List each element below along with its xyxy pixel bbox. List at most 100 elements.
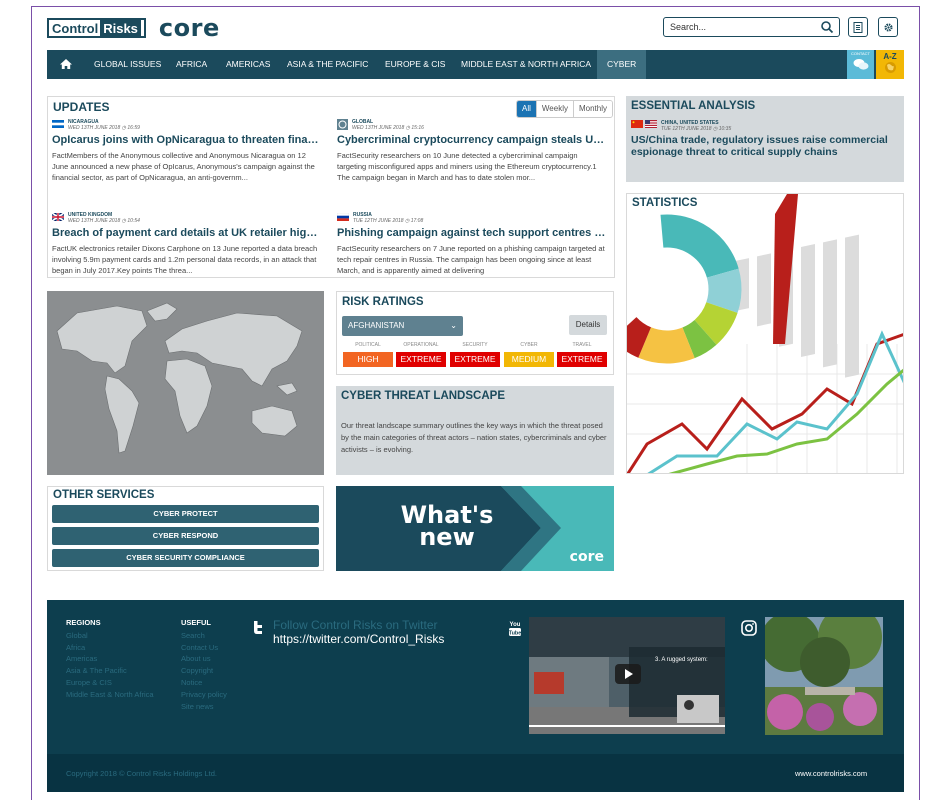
cyber-security-compliance-button[interactable]: CYBER SECURITY COMPLIANCE <box>52 549 319 567</box>
core-logo: core <box>158 14 220 42</box>
rating-political: POLITICAL HIGH <box>343 342 393 367</box>
logo-risks-text: Risks <box>100 20 141 36</box>
twitter-icon[interactable] <box>252 620 264 636</box>
story-headline[interactable]: Breach of payment card details at UK ret… <box>52 227 322 239</box>
global-icon <box>337 119 348 130</box>
search-icon[interactable] <box>820 20 834 34</box>
rating-value: EXTREME <box>396 352 446 367</box>
rating-category: POLITICAL <box>355 342 381 348</box>
twitter-follow-text: Follow Control Risks on Twitter <box>273 618 438 632</box>
essential-headline[interactable]: US/China trade, regulatory issues raise … <box>631 134 896 158</box>
story-card[interactable]: GLOBAL WED 13TH JUNE 2018 ◷ 15:16 Cybercr… <box>337 119 607 194</box>
story-headline[interactable]: Cybercriminal cryptocurrency campaign st… <box>337 134 607 146</box>
control-risks-logo[interactable]: Control Risks core <box>47 14 220 42</box>
rating-category: CYBER <box>520 342 538 348</box>
story-date: WED 13TH JUNE 2018 <box>352 125 405 131</box>
footer-link[interactable]: Site news <box>181 701 227 713</box>
search-box[interactable] <box>663 17 840 37</box>
story-time: 15:16 <box>411 125 424 131</box>
story-card[interactable]: NICARAGUA WED 13TH JUNE 2018 ◷ 16:59 OpIc… <box>52 119 322 194</box>
instagram-icon[interactable] <box>741 620 757 636</box>
rating-value: HIGH <box>343 352 393 367</box>
story-card[interactable]: UNITED KINGDOM WED 13TH JUNE 2018 ◷ 10:54… <box>52 212 322 276</box>
a-z-label: A-Z <box>883 52 897 61</box>
logo-control-text: Control <box>52 20 99 36</box>
rating-cyber: CYBER MEDIUM <box>504 342 554 367</box>
cyber-respond-button[interactable]: CYBER RESPOND <box>52 527 319 545</box>
nav-europe-cis[interactable]: EUROPE & CIS <box>385 50 445 79</box>
footer-link[interactable]: Privacy policy <box>181 689 227 701</box>
essential-time: 10:35 <box>718 126 732 132</box>
rating-security: SECURITY EXTREME <box>450 342 500 367</box>
footer-link[interactable]: Contact Us <box>181 642 227 654</box>
footer-link[interactable]: Europe & CIS <box>66 677 154 689</box>
details-button[interactable]: Details <box>569 315 607 335</box>
search-input[interactable] <box>670 19 820 35</box>
nav-americas[interactable]: AMERICAS <box>226 50 270 79</box>
footer-link[interactable]: Asia & The Pacific <box>66 665 154 677</box>
footer-link[interactable]: Copyright <box>181 665 227 677</box>
footer-link[interactable]: Americas <box>66 653 154 665</box>
footer-link[interactable]: Africa <box>66 642 154 654</box>
chevron-down-icon: ⌄ <box>450 321 457 330</box>
story-card[interactable]: RUSSIA TUE 12TH JUNE 2018 ◷ 17:08 Phishin… <box>337 212 607 276</box>
usa-flag-icon <box>645 120 657 128</box>
country-select-value: AFGHANISTAN <box>348 321 405 330</box>
story-date: TUE 12TH JUNE 2018 <box>353 218 404 224</box>
svg-text:You: You <box>510 622 521 628</box>
essential-date: TUE 12TH JUNE 2018 <box>661 126 712 132</box>
tab-weekly[interactable]: Weekly <box>535 101 573 117</box>
a-z-button[interactable]: A-Z <box>876 50 904 79</box>
twitter-link[interactable]: https://twitter.com/Control_Risks <box>273 632 444 646</box>
story-time: 17:08 <box>410 218 424 224</box>
rating-category: OPERATIONAL <box>403 342 439 348</box>
whats-new-text: What's new <box>392 503 502 551</box>
uk-flag-icon <box>52 213 64 221</box>
statistics-title: STATISTICS <box>632 197 698 209</box>
essential-meta: CHINA, UNITED STATES TUE 12TH JUNE 2018 ◷… <box>631 120 731 132</box>
whats-new-line2: new <box>419 523 475 551</box>
footer-regions-title: REGIONS <box>66 618 101 627</box>
youtube-icon[interactable]: You Tube <box>508 619 522 637</box>
cyber-protect-button[interactable]: CYBER PROTECT <box>52 505 319 523</box>
essential-analysis-panel[interactable]: ESSENTIAL ANALYSIS CHINA, UNITED STATES T… <box>626 96 904 182</box>
play-icon[interactable] <box>615 664 641 684</box>
story-excerpt: FactMembers of the Anonymous collective … <box>52 151 315 182</box>
world-map[interactable] <box>47 291 324 475</box>
footer-link[interactable]: Search <box>181 630 227 642</box>
nav-cyber[interactable]: CYBER <box>597 50 647 79</box>
story-time: 10:54 <box>127 218 140 224</box>
cyber-threat-landscape-panel[interactable]: CYBER THREAT LANDSCAPE Our threat landsc… <box>336 386 614 475</box>
document-button[interactable] <box>848 17 868 37</box>
nav-asia-pacific[interactable]: ASIA & THE PACIFIC <box>287 50 368 79</box>
main-nav: GLOBAL ISSUES AFRICA AMERICAS ASIA & THE… <box>47 50 904 79</box>
website-link[interactable]: www.controlrisks.com <box>795 769 867 778</box>
risk-ratings-title: RISK RATINGS <box>342 296 424 308</box>
story-headline[interactable]: OpIcarus joins with OpNicaragua to threa… <box>52 134 322 146</box>
story-date: WED 13TH JUNE 2018 <box>68 218 121 224</box>
tab-all[interactable]: All <box>517 101 536 117</box>
nicaragua-flag-icon <box>52 120 64 128</box>
settings-button[interactable] <box>878 17 898 37</box>
statistics-panel[interactable]: STATISTICS <box>626 193 904 474</box>
cyber-threat-body: Our threat landscape summary outlines th… <box>341 421 607 454</box>
nav-middle-east-north-africa[interactable]: MIDDLE EAST & NORTH AFRICA <box>461 50 591 79</box>
story-excerpt: FactSecurity researchers on 7 June repor… <box>337 244 605 275</box>
whats-new-banner[interactable]: What's new core <box>336 486 614 571</box>
world-map-illustration <box>56 302 303 454</box>
country-select[interactable]: AFGHANISTAN ⌄ <box>342 316 463 336</box>
cyber-threat-title: CYBER THREAT LANDSCAPE <box>341 390 505 402</box>
footer-link[interactable]: About us <box>181 653 227 665</box>
footer-link[interactable]: Middle East & North Africa <box>66 689 154 701</box>
nav-africa[interactable]: AFRICA <box>176 50 207 79</box>
contact-button[interactable]: CONTACT <box>847 50 874 79</box>
story-headline[interactable]: Phishing campaign against tech support c… <box>337 227 607 239</box>
story-excerpt: FactUK electronics retailer Dixons Carph… <box>52 244 318 275</box>
footer-link[interactable]: Notice <box>181 677 227 689</box>
video-thumbnail[interactable]: 3. A rugged system: <box>529 617 725 734</box>
tab-monthly[interactable]: Monthly <box>572 101 612 117</box>
footer-link[interactable]: Global <box>66 630 154 642</box>
instagram-photo[interactable] <box>765 617 883 735</box>
home-icon[interactable] <box>59 57 73 71</box>
nav-global-issues[interactable]: GLOBAL ISSUES <box>94 50 161 79</box>
